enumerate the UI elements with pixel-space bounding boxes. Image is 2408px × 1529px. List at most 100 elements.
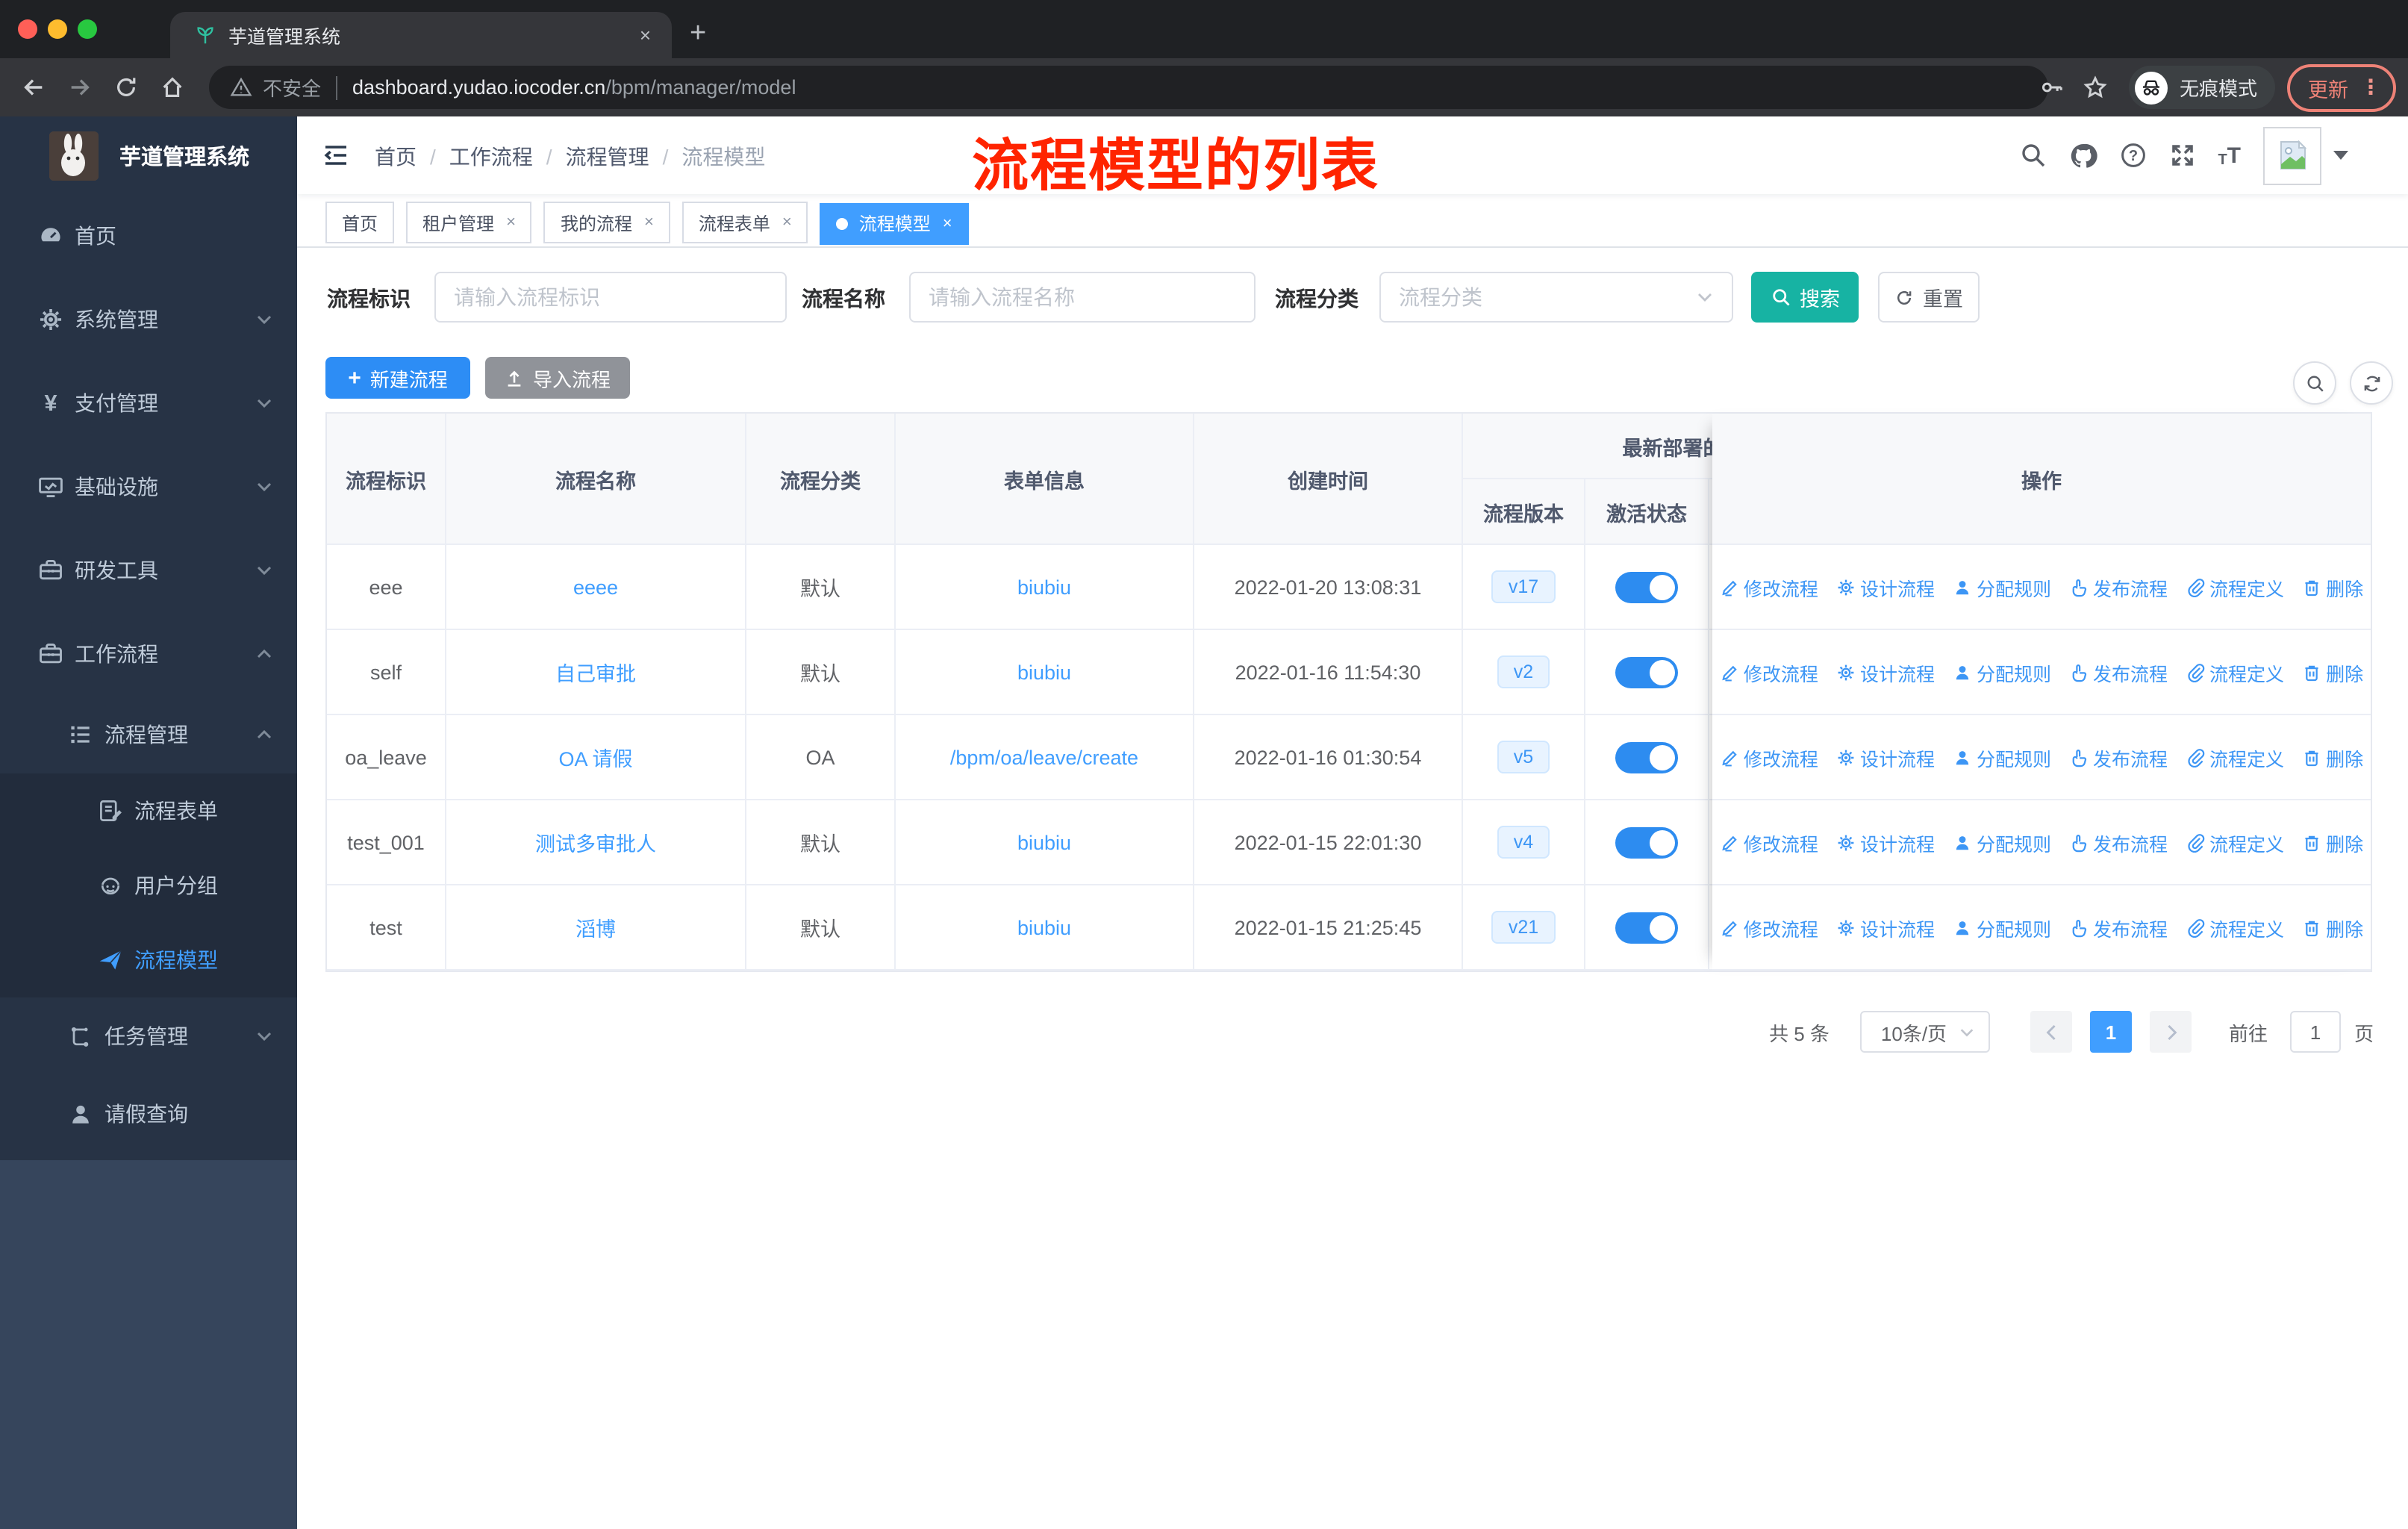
- action-trash-link[interactable]: 删除: [2302, 658, 2363, 686]
- sidebar-fold-icon[interactable]: [321, 140, 351, 170]
- sidebar-item-0[interactable]: 首页: [0, 194, 297, 278]
- key-icon[interactable]: [2039, 75, 2065, 100]
- process-name-input[interactable]: 请输入流程名称: [909, 272, 1256, 323]
- action-paperclip-link[interactable]: 流程定义: [2186, 743, 2284, 771]
- action-paperclip-link[interactable]: 流程定义: [2186, 658, 2284, 686]
- version-badge[interactable]: v21: [1491, 910, 1556, 944]
- action-paperclip-link[interactable]: 流程定义: [2186, 573, 2284, 601]
- action-paperclip-link[interactable]: 流程定义: [2186, 913, 2284, 941]
- font-size-icon[interactable]: TT: [2218, 143, 2241, 168]
- action-edit-link[interactable]: 修改流程: [1720, 828, 1818, 856]
- current-page[interactable]: 1: [2090, 1011, 2132, 1053]
- close-window-button[interactable]: [18, 19, 37, 39]
- back-icon[interactable]: [21, 75, 46, 100]
- breadcrumb-home[interactable]: 首页: [375, 142, 417, 172]
- action-assign-user-link[interactable]: 分配规则: [1953, 913, 2051, 941]
- show-search-icon-button[interactable]: [2293, 361, 2336, 405]
- version-badge[interactable]: v5: [1497, 740, 1550, 774]
- breadcrumb-workflow[interactable]: 工作流程: [449, 142, 533, 172]
- process-name-link[interactable]: OA 请假: [558, 742, 632, 772]
- action-publish-hand-link[interactable]: 发布流程: [2069, 573, 2168, 601]
- tag-2[interactable]: 我的流程 ×: [543, 202, 670, 243]
- tag-1[interactable]: 租户管理 ×: [406, 202, 532, 243]
- avatar[interactable]: [2263, 126, 2321, 184]
- search-button[interactable]: 搜索: [1751, 272, 1859, 323]
- action-design-gear-link[interactable]: 设计流程: [1836, 573, 1935, 601]
- form-link[interactable]: /bpm/oa/leave/create: [950, 746, 1138, 768]
- process-id-input[interactable]: 请输入流程标识: [434, 272, 787, 323]
- active-toggle[interactable]: [1615, 571, 1678, 602]
- sidebar-item-3[interactable]: 基础设施: [0, 445, 297, 529]
- version-badge[interactable]: v2: [1497, 655, 1550, 689]
- form-link[interactable]: biubiu: [1017, 916, 1071, 938]
- process-name-link[interactable]: 滔博: [576, 912, 616, 942]
- action-design-gear-link[interactable]: 设计流程: [1836, 828, 1935, 856]
- action-trash-link[interactable]: 删除: [2302, 743, 2363, 771]
- action-publish-hand-link[interactable]: 发布流程: [2069, 658, 2168, 686]
- security-label[interactable]: 不安全: [263, 73, 321, 102]
- close-tag-icon[interactable]: ×: [943, 214, 952, 232]
- version-badge[interactable]: v17: [1491, 570, 1556, 604]
- version-badge[interactable]: v4: [1497, 825, 1550, 859]
- active-toggle[interactable]: [1615, 741, 1678, 773]
- active-toggle[interactable]: [1615, 912, 1678, 943]
- incognito-chip[interactable]: 无痕模式: [2128, 66, 2275, 109]
- action-publish-hand-link[interactable]: 发布流程: [2069, 828, 2168, 856]
- action-assign-user-link[interactable]: 分配规则: [1953, 658, 2051, 686]
- bookmark-star-icon[interactable]: [2083, 75, 2108, 100]
- home-icon[interactable]: [160, 75, 185, 100]
- action-trash-link[interactable]: 删除: [2302, 913, 2363, 941]
- process-category-select[interactable]: 流程分类: [1379, 272, 1733, 323]
- form-link[interactable]: biubiu: [1017, 661, 1071, 683]
- sidebar-item-1[interactable]: 系统管理: [0, 278, 297, 361]
- action-trash-link[interactable]: 删除: [2302, 828, 2363, 856]
- search-icon[interactable]: [2019, 142, 2046, 169]
- form-link[interactable]: biubiu: [1017, 831, 1071, 853]
- action-design-gear-link[interactable]: 设计流程: [1836, 658, 1935, 686]
- browser-menu-icon[interactable]: ⋮: [2360, 75, 2381, 100]
- action-publish-hand-link[interactable]: 发布流程: [2069, 743, 2168, 771]
- help-icon[interactable]: ?: [2119, 142, 2146, 169]
- process-name-link[interactable]: 自己审批: [555, 657, 636, 687]
- sidebar-item-6[interactable]: 流程管理: [0, 696, 297, 773]
- import-process-button[interactable]: 导入流程: [485, 357, 630, 399]
- sidebar-item-4[interactable]: 研发工具: [0, 529, 297, 612]
- close-tab-icon[interactable]: ×: [634, 24, 657, 46]
- action-design-gear-link[interactable]: 设计流程: [1836, 913, 1935, 941]
- zoom-window-button[interactable]: [78, 19, 97, 39]
- action-design-gear-link[interactable]: 设计流程: [1836, 743, 1935, 771]
- process-name-link[interactable]: 测试多审批人: [535, 827, 656, 857]
- page-size-select[interactable]: 10条/页: [1860, 1011, 1990, 1053]
- form-link[interactable]: biubiu: [1017, 576, 1071, 598]
- action-trash-link[interactable]: 删除: [2302, 573, 2363, 601]
- address-bar[interactable]: 不安全 dashboard.yudao.iocoder.cn /bpm/mana…: [209, 66, 2048, 109]
- action-edit-link[interactable]: 修改流程: [1720, 573, 1818, 601]
- forward-icon[interactable]: [67, 75, 93, 100]
- action-edit-link[interactable]: 修改流程: [1720, 658, 1818, 686]
- prev-page-button[interactable]: [2030, 1011, 2072, 1053]
- action-publish-hand-link[interactable]: 发布流程: [2069, 913, 2168, 941]
- sidebar-item-5[interactable]: 工作流程: [0, 612, 297, 696]
- next-page-button[interactable]: [2150, 1011, 2192, 1053]
- github-icon[interactable]: [2068, 141, 2097, 169]
- fullscreen-icon[interactable]: [2168, 142, 2195, 169]
- refresh-table-icon-button[interactable]: [2350, 361, 2393, 405]
- action-paperclip-link[interactable]: 流程定义: [2186, 828, 2284, 856]
- action-edit-link[interactable]: 修改流程: [1720, 743, 1818, 771]
- tag-3[interactable]: 流程表单 ×: [681, 202, 808, 243]
- chevron-down-icon[interactable]: [2333, 151, 2348, 160]
- active-toggle[interactable]: [1615, 826, 1678, 858]
- tag-0[interactable]: 首页: [325, 202, 395, 243]
- close-tag-icon[interactable]: ×: [506, 214, 516, 231]
- action-assign-user-link[interactable]: 分配规则: [1953, 573, 2051, 601]
- action-assign-user-link[interactable]: 分配规则: [1953, 828, 2051, 856]
- sidebar-item-11[interactable]: 请假查询: [0, 1075, 297, 1153]
- action-edit-link[interactable]: 修改流程: [1720, 913, 1818, 941]
- new-tab-button[interactable]: +: [690, 18, 706, 51]
- sidebar-item-10[interactable]: 任务管理: [0, 997, 297, 1075]
- create-process-button[interactable]: + 新建流程: [325, 357, 470, 399]
- close-tag-icon[interactable]: ×: [644, 214, 654, 231]
- reset-button[interactable]: 重置: [1878, 272, 1980, 323]
- sidebar-item-7[interactable]: 流程表单: [0, 773, 297, 848]
- update-button[interactable]: 更新 ⋮: [2287, 63, 2396, 111]
